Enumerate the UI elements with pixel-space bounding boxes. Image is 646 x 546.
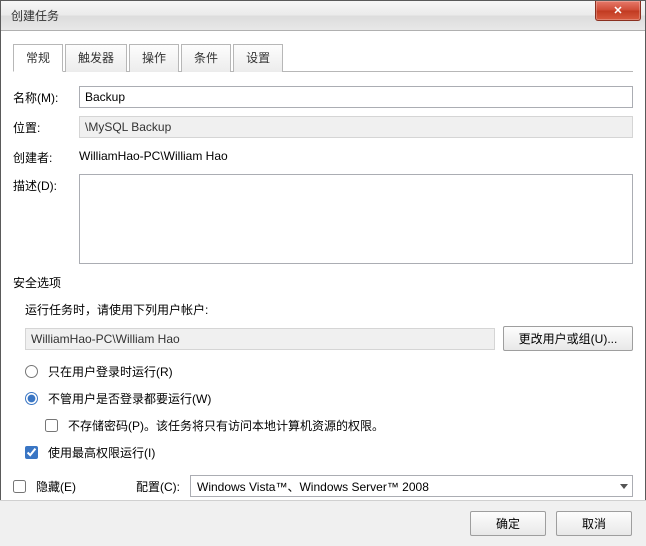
author-value: WilliamHao-PC\William Hao [79,146,228,163]
hidden-row[interactable]: 隐藏(E) [13,478,76,495]
close-button[interactable]: ✕ [595,1,641,21]
location-label: 位置: [13,116,79,136]
tab-settings[interactable]: 设置 [233,44,283,72]
tab-conditions[interactable]: 条件 [181,44,231,72]
close-icon: ✕ [613,4,622,17]
radio-any-row[interactable]: 不管用户是否登录都要运行(W) [25,390,633,407]
radio-logged-on[interactable] [25,365,38,378]
highest-priv-row[interactable]: 使用最高权限运行(I) [25,444,633,461]
window-title: 创建任务 [11,7,59,24]
no-store-password-checkbox[interactable] [45,419,58,432]
config-select[interactable]: Windows Vista™、Windows Server™ 2008 [190,475,633,497]
radio-logged-on-row[interactable]: 只在用户登录时运行(R) [25,363,633,380]
radio-logged-on-label: 只在用户登录时运行(R) [48,363,173,380]
tab-general[interactable]: 常规 [13,44,63,72]
highest-priv-checkbox[interactable] [25,446,38,459]
location-value: \MySQL Backup [79,116,633,138]
dialog-content: 常规 触发器 操作 条件 设置 名称(M): 位置: \MySQL Backup… [1,31,645,509]
config-selected-value: Windows Vista™、Windows Server™ 2008 [197,478,429,495]
radio-any-label: 不管用户是否登录都要运行(W) [48,390,211,407]
name-input[interactable] [79,86,633,108]
tab-triggers[interactable]: 触发器 [65,44,127,72]
no-store-password-label: 不存储密码(P)。该任务将只有访问本地计算机资源的权限。 [68,417,384,434]
chevron-down-icon [620,484,628,489]
name-label: 名称(M): [13,86,79,106]
hidden-checkbox[interactable] [13,480,26,493]
cancel-button[interactable]: 取消 [556,511,632,536]
no-store-password-row[interactable]: 不存储密码(P)。该任务将只有访问本地计算机资源的权限。 [45,417,633,434]
description-input[interactable] [79,174,633,264]
tab-strip: 常规 触发器 操作 条件 设置 [13,43,633,72]
radio-any[interactable] [25,392,38,405]
author-label: 创建者: [13,146,79,166]
ok-button[interactable]: 确定 [470,511,546,536]
config-label: 配置(C): [136,478,180,495]
security-prompt: 运行任务时，请使用下列用户帐户: [25,301,633,318]
title-bar: 创建任务 ✕ [1,1,645,31]
tab-actions[interactable]: 操作 [129,44,179,72]
change-user-button[interactable]: 更改用户或组(U)... [503,326,633,351]
highest-priv-label: 使用最高权限运行(I) [48,444,155,461]
hidden-label: 隐藏(E) [36,478,76,495]
description-label: 描述(D): [13,174,79,194]
dialog-footer: 确定 取消 [0,500,646,546]
runas-user-display: WilliamHao-PC\William Hao [25,328,495,350]
security-group-label: 安全选项 [13,274,633,291]
